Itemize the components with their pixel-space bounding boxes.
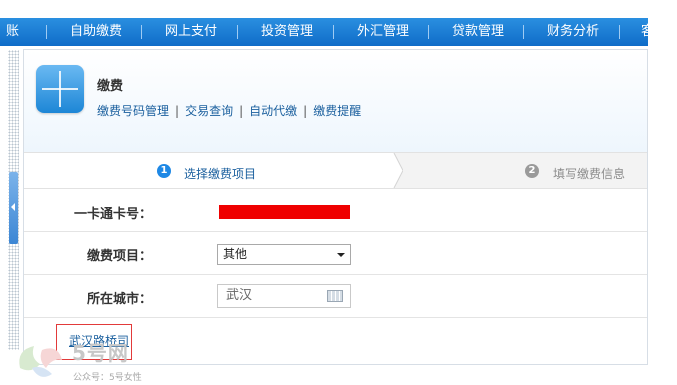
nav-item-forex[interactable]: 外汇管理 xyxy=(357,18,409,46)
page-title: 缴费 xyxy=(97,79,124,94)
step-2-label: 填写缴费信息 xyxy=(553,167,626,181)
subnav-payment-reminder[interactable]: 缴费提醒 xyxy=(313,104,361,118)
nav-separator xyxy=(523,25,524,39)
subnav-transaction-query[interactable]: 交易查询 xyxy=(185,104,233,118)
top-nav: 账 自助缴费 网上支付 投资管理 外汇管理 贷款管理 财务分析 客 xyxy=(0,18,648,46)
city-input[interactable]: 武汉 xyxy=(217,284,351,308)
card-number-label: 一卡通卡号： xyxy=(73,207,152,222)
nav-item-account[interactable]: 账 xyxy=(6,18,19,46)
payment-tile-icon xyxy=(36,65,84,113)
watermark-logo-icon xyxy=(19,346,62,377)
nav-separator xyxy=(237,25,238,39)
watermark-subtitle: 公众号：5号女性 xyxy=(73,373,142,383)
city-picker-icon[interactable] xyxy=(327,290,343,302)
nav-separator xyxy=(619,25,620,39)
step-indicator: 1 选择缴费项目 2 填写缴费信息 xyxy=(24,152,647,189)
subnav-auto-pay[interactable]: 自动代缴 xyxy=(249,104,297,118)
city-row: 所在城市： 武汉 xyxy=(24,275,647,318)
payment-panel: 缴费 缴费号码管理 | 交易查询 | 自动代缴 | 缴费提醒 1 选择缴费项目 2 填写缴费… xyxy=(23,49,648,365)
panel-header: 缴费 缴费号码管理 | 交易查询 | 自动代缴 | 缴费提醒 xyxy=(24,50,647,152)
card-number-redaction xyxy=(219,205,350,219)
payment-item-label: 缴费项目： xyxy=(86,249,152,264)
nav-item-financial-analysis[interactable]: 财务分析 xyxy=(547,18,599,46)
card-number-row: 一卡通卡号： xyxy=(24,189,647,232)
payment-item-select[interactable]: 其他 xyxy=(217,244,351,265)
subnav-number-management[interactable]: 缴费号码管理 xyxy=(97,104,169,118)
step-1-number: 1 xyxy=(157,164,171,178)
city-label: 所在城市： xyxy=(86,292,152,307)
payment-item-row: 缴费项目： 其他 xyxy=(24,232,647,275)
sidebar-toggle[interactable] xyxy=(9,172,18,244)
watermark-text: 5号网 xyxy=(72,341,129,365)
nav-item-loans[interactable]: 贷款管理 xyxy=(452,18,504,46)
nav-item-investment[interactable]: 投资管理 xyxy=(261,18,313,46)
chevron-down-icon xyxy=(337,253,345,257)
city-value: 武汉 xyxy=(226,288,253,303)
nav-separator xyxy=(46,25,47,39)
nav-item-self-pay[interactable]: 自助缴费 xyxy=(70,18,122,46)
payment-item-value: 其他 xyxy=(223,247,248,261)
step-1-label: 选择缴费项目 xyxy=(184,167,257,181)
nav-separator xyxy=(141,25,142,39)
arrow-left-icon xyxy=(11,203,15,211)
step-2-number: 2 xyxy=(525,164,539,178)
nav-separator xyxy=(333,25,334,39)
nav-item-online-payment[interactable]: 网上支付 xyxy=(165,18,217,46)
sub-nav: 缴费号码管理 | 交易查询 | 自动代缴 | 缴费提醒 xyxy=(97,104,362,118)
nav-item-customer[interactable]: 客 xyxy=(641,18,648,46)
step-chevron-icon xyxy=(387,153,403,188)
nav-separator xyxy=(428,25,429,39)
